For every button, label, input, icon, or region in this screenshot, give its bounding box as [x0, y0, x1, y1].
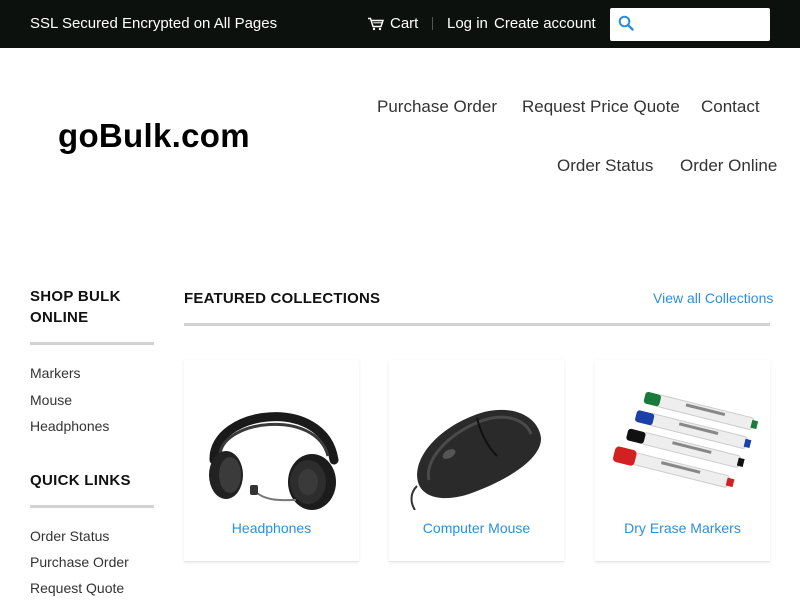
create-account-link[interactable]: Create account [494, 15, 596, 32]
quick-link-request-quote[interactable]: Request Quote [30, 580, 124, 596]
quick-links-rule [30, 505, 154, 508]
collection-label-headphones[interactable]: Headphones [184, 520, 359, 536]
nav-order-status[interactable]: Order Status [557, 156, 653, 176]
top-bar: SSL Secured Encrypted on All Pages Cart … [0, 0, 800, 48]
featured-collections-heading: FEATURED COLLECTIONS [184, 290, 381, 307]
quick-link-purchase-order[interactable]: Purchase Order [30, 554, 129, 570]
search-box[interactable] [610, 8, 770, 41]
computer-mouse-image[interactable] [389, 390, 564, 511]
sidebar-link-markers[interactable]: Markers [30, 365, 81, 381]
collection-card-computer-mouse[interactable]: Computer Mouse [389, 360, 564, 562]
dry-erase-markers-image[interactable] [595, 390, 770, 510]
headphones-image[interactable] [184, 390, 359, 510]
sidebar-link-headphones[interactable]: Headphones [30, 418, 109, 434]
collection-card-headphones[interactable]: Headphones [184, 360, 359, 562]
collection-label-dry-erase-markers[interactable]: Dry Erase Markers [595, 520, 770, 536]
sidebar-link-mouse[interactable]: Mouse [30, 392, 72, 408]
nav-request-price-quote[interactable]: Request Price Quote [522, 97, 680, 117]
search-input[interactable] [640, 12, 764, 37]
view-all-collections-link[interactable]: View all Collections [653, 290, 773, 306]
nav-contact[interactable]: Contact [701, 97, 760, 117]
quick-links-heading: QUICK LINKS [30, 472, 131, 489]
collection-card-dry-erase-markers[interactable]: Dry Erase Markers [595, 360, 770, 562]
cart-link[interactable]: Cart [367, 15, 418, 32]
shop-bulk-rule [30, 342, 154, 345]
quick-link-order-status[interactable]: Order Status [30, 528, 109, 544]
login-link[interactable]: Log in [447, 15, 488, 32]
nav-order-online[interactable]: Order Online [680, 156, 777, 176]
featured-rule [184, 323, 770, 326]
cart-label: Cart [390, 15, 419, 32]
ssl-notice: SSL Secured Encrypted on All Pages [30, 15, 278, 32]
cart-icon [367, 17, 384, 31]
topbar-divider [432, 17, 433, 30]
site-logo[interactable]: goBulk.com [58, 117, 250, 155]
nav-purchase-order[interactable]: Purchase Order [377, 97, 497, 117]
collection-label-computer-mouse[interactable]: Computer Mouse [389, 520, 564, 536]
shop-bulk-heading: SHOP BULK ONLINE [30, 288, 121, 326]
